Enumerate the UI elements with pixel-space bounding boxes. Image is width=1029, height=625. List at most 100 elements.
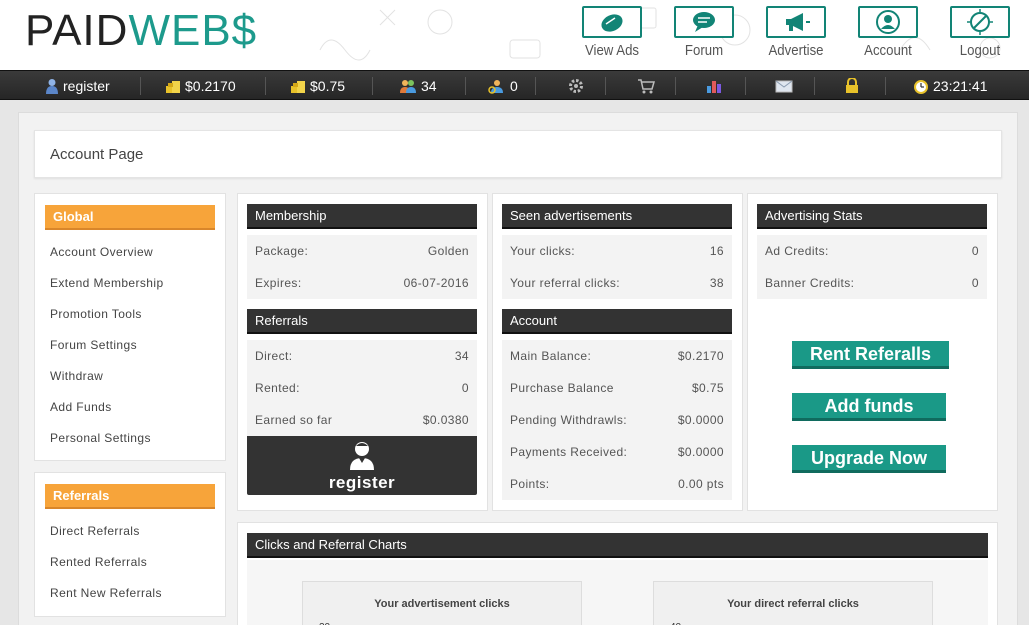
- status-main-balance-value: $0.2170: [185, 78, 236, 94]
- nav-advertise-label[interactable]: Advertise: [752, 42, 840, 59]
- row-value: 0: [461, 381, 469, 395]
- row-key: Package:: [255, 244, 309, 258]
- referrals-row-direct: Direct: 34: [247, 340, 477, 372]
- status-clock: 23:21:41: [913, 71, 988, 101]
- status-separator: [535, 77, 536, 95]
- status-separator: [605, 77, 606, 95]
- rent-referrals-button[interactable]: Rent Referalls: [792, 341, 949, 369]
- membership-row-expires: Expires: 06-07-2016: [247, 267, 477, 299]
- row-key: Points:: [510, 477, 550, 491]
- sidebar-link-promotion-tools[interactable]: Promotion Tools: [50, 307, 142, 321]
- user-avatar-icon: [350, 442, 374, 470]
- referrals-row-rented: Rented: 0: [247, 372, 477, 404]
- row-value: $0.0000: [677, 445, 724, 459]
- row-key: Rented:: [255, 381, 300, 395]
- status-separator: [372, 77, 373, 95]
- power-off-icon: [967, 9, 993, 35]
- sidebar-link-personal-settings[interactable]: Personal Settings: [50, 431, 151, 445]
- row-value: 0: [971, 244, 979, 258]
- sidebar-link-forum-settings[interactable]: Forum Settings: [50, 338, 137, 352]
- status-bar: register $0.2170 $0.75 34 0 23:21:41: [0, 70, 1029, 100]
- settings-button[interactable]: [568, 71, 584, 101]
- nav-forum-label[interactable]: Forum: [660, 42, 748, 59]
- cart-button[interactable]: [637, 71, 655, 101]
- chat-bubble-icon: [693, 12, 715, 32]
- row-key: Expires:: [255, 276, 302, 290]
- register-user-box[interactable]: register: [247, 436, 477, 495]
- lock-button[interactable]: [845, 71, 859, 101]
- account-header: Account: [502, 309, 732, 334]
- stats-button[interactable]: [706, 71, 722, 101]
- nav-view-ads[interactable]: View Ads: [582, 6, 642, 59]
- nav-logout-box[interactable]: [950, 6, 1010, 38]
- rented-users-icon: [488, 80, 503, 94]
- shopping-cart-icon: [638, 79, 655, 94]
- nav-account-label[interactable]: Account: [844, 42, 932, 59]
- nav-view-ads-box[interactable]: [582, 6, 642, 38]
- sidebar-link-rent-new-referrals[interactable]: Rent New Referrals: [50, 586, 162, 600]
- membership-row-package: Package: Golden: [247, 235, 477, 267]
- sidebar-global-heading: Global: [45, 205, 215, 230]
- advertisement-clicks-chart: Your advertisement clicks 20: [302, 581, 582, 625]
- seen-ads-header: Seen advertisements: [502, 204, 732, 229]
- gold-coins-icon: [291, 81, 305, 93]
- account-row-points: Points: 0.00 pts: [502, 468, 732, 500]
- nav-view-ads-label[interactable]: View Ads: [568, 42, 656, 59]
- charts-header: Clicks and Referral Charts: [247, 533, 988, 558]
- status-rented-refs: 0: [488, 71, 518, 101]
- seen-ads-row-referral-clicks: Your referral clicks: 38: [502, 267, 732, 299]
- status-direct-refs: 34: [399, 71, 437, 101]
- status-main-balance: $0.2170: [165, 71, 236, 101]
- row-key: Direct:: [255, 349, 293, 363]
- sidebar-link-direct-referrals[interactable]: Direct Referrals: [50, 524, 140, 538]
- envelope-icon: [775, 80, 793, 93]
- account-row-pending-withdrawls: Pending Withdrawls: $0.0000: [502, 404, 732, 436]
- account-row-main-balance: Main Balance: $0.2170: [502, 340, 732, 372]
- status-user[interactable]: register: [45, 71, 110, 101]
- nav-advertise-box[interactable]: [766, 6, 826, 38]
- user-circle-icon: [876, 10, 900, 34]
- sidebar-link-add-funds[interactable]: Add Funds: [50, 400, 112, 414]
- account-row-purchase-balance: Purchase Balance $0.75: [502, 372, 732, 404]
- nav-account-box[interactable]: [858, 6, 918, 38]
- advertising-stats-header: Advertising Stats: [757, 204, 987, 229]
- row-key: Your referral clicks:: [510, 276, 620, 290]
- site-logo[interactable]: PAIDWEB$: [25, 6, 257, 56]
- sidebar-link-account-overview[interactable]: Account Overview: [50, 245, 153, 259]
- page-title-box: Account Page: [34, 130, 1002, 178]
- nav-forum-box[interactable]: [674, 6, 734, 38]
- row-key: Purchase Balance: [510, 381, 614, 395]
- row-key: Earned so far: [255, 413, 333, 427]
- row-value: 34: [454, 349, 469, 363]
- upgrade-now-button[interactable]: Upgrade Now: [792, 445, 946, 473]
- sidebar-link-rented-referrals[interactable]: Rented Referrals: [50, 555, 147, 569]
- status-separator: [265, 77, 266, 95]
- row-value: $0.75: [691, 381, 724, 395]
- nav-logout-label[interactable]: Logout: [936, 42, 1024, 59]
- sidebar-link-withdraw[interactable]: Withdraw: [50, 369, 103, 383]
- nav-account[interactable]: Account: [858, 6, 918, 59]
- page-title: Account Page: [50, 146, 144, 163]
- referrals-row-earned: Earned so far $0.0380: [247, 404, 477, 436]
- nav-logout[interactable]: Logout: [950, 6, 1010, 59]
- padlock-icon: [846, 78, 858, 93]
- status-purchase-balance-value: $0.75: [310, 78, 346, 94]
- row-key: Pending Withdrawls:: [510, 413, 627, 427]
- status-separator: [885, 77, 886, 95]
- messages-button[interactable]: [775, 71, 793, 101]
- status-username: register: [63, 78, 110, 94]
- referral-clicks-chart: Your direct referral clicks 40: [653, 581, 933, 625]
- sidebar-link-extend-membership[interactable]: Extend Membership: [50, 276, 164, 290]
- gold-coins-icon: [166, 81, 180, 93]
- add-funds-button[interactable]: Add funds: [792, 393, 946, 421]
- row-value: 16: [709, 244, 724, 258]
- row-value: $0.2170: [677, 349, 724, 363]
- status-time: 23:21:41: [933, 78, 988, 94]
- megaphone-icon: [786, 13, 810, 31]
- row-value: 06-07-2016: [403, 276, 469, 290]
- nav-advertise[interactable]: Advertise: [766, 6, 826, 59]
- ad-stats-row-ad-credits: Ad Credits: 0: [757, 235, 987, 267]
- seen-ads-row-clicks: Your clicks: 16: [502, 235, 732, 267]
- nav-forum[interactable]: Forum: [674, 6, 734, 59]
- row-value: Golden: [427, 244, 469, 258]
